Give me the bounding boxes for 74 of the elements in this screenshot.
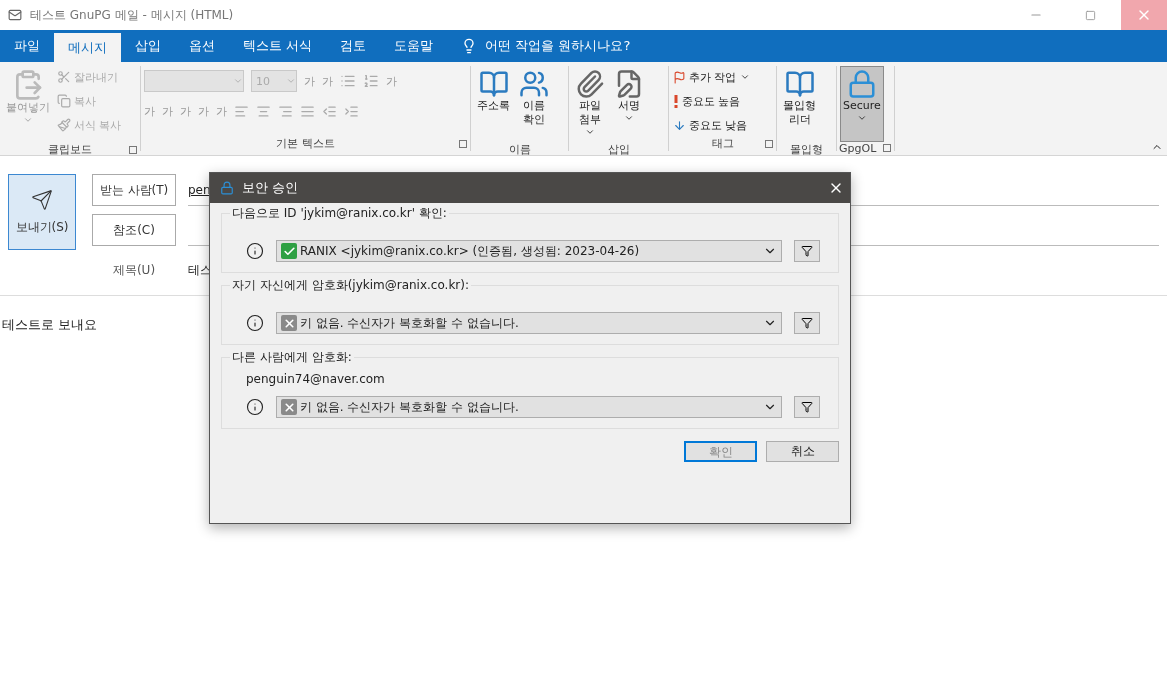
maximize-icon	[1084, 9, 1096, 21]
section-heading: 다음으로 ID 'jykim@ranix.co.kr' 확인:	[230, 205, 449, 222]
secure-button[interactable]: Secure	[840, 66, 884, 142]
group-label: 이름	[508, 142, 531, 157]
recipient-address: penguin74@naver.com	[246, 372, 386, 386]
dialog-button[interactable]: 취소	[766, 441, 839, 462]
dialog-button[interactable]: 확인	[684, 441, 757, 462]
dialog-launcher-icon[interactable]	[129, 146, 137, 154]
section-heading: 자기 자신에게 암호화(jykim@ranix.co.kr):	[230, 277, 471, 294]
address-book-button[interactable]: 주소록	[474, 66, 513, 142]
down-arrow-icon	[673, 118, 686, 132]
info-icon[interactable]	[246, 242, 264, 260]
copy-icon	[57, 94, 71, 108]
caret-icon	[624, 113, 634, 123]
book-icon	[478, 69, 509, 99]
group-label: GpgOL	[839, 142, 877, 155]
key-select[interactable]: RANIX <jykim@ranix.co.kr> (인증됨, 생성됨: 2023-04-26)	[276, 240, 782, 262]
paperclip-icon	[575, 69, 605, 99]
dialog-title: 보안 승인	[242, 179, 300, 197]
message-body: 테스트로 보내요	[2, 316, 98, 334]
dialog-launcher-icon[interactable]	[459, 140, 467, 148]
ribbon-tab[interactable]: 파일	[0, 30, 54, 62]
dialog-launcher-icon[interactable]	[765, 140, 773, 148]
lock-icon	[220, 181, 234, 195]
ribbon-tab[interactable]: 검토	[326, 30, 381, 62]
caret-icon	[739, 72, 750, 82]
dialog-launcher-icon[interactable]	[883, 144, 891, 152]
attach-file-button[interactable]: 파일 첨부	[572, 66, 608, 142]
subject-field[interactable]: 테스	[188, 261, 212, 279]
to-button[interactable]: 받는 사람(T)	[92, 174, 176, 206]
ribbon-tab[interactable]: 삽입	[121, 30, 175, 62]
filter-button[interactable]	[794, 396, 820, 418]
scissors-icon	[57, 70, 71, 84]
cc-button[interactable]: 참조(C)	[92, 214, 176, 246]
window-title: 테스트 GnuPG 메일 - 메시지 (HTML)	[30, 6, 235, 24]
paintbrush-icon	[57, 118, 71, 132]
immersive-reader-button[interactable]: 몰입형 리더	[780, 66, 819, 142]
signature-button[interactable]: 서명	[611, 66, 647, 142]
key-select[interactable]: 키 없음. 수신자가 복호화할 수 없습니다.	[276, 312, 782, 334]
tag-button[interactable]: 추가 작업	[672, 66, 751, 88]
flag-icon	[673, 70, 686, 84]
filter-icon	[801, 401, 813, 413]
subject-label: 제목(U)	[111, 261, 157, 279]
caret-icon	[585, 127, 595, 137]
caret-icon	[23, 115, 33, 125]
book-icon	[784, 69, 815, 99]
info-icon[interactable]	[246, 314, 264, 332]
filter-icon	[801, 245, 813, 257]
filter-button[interactable]	[794, 312, 820, 334]
key-select[interactable]: 키 없음. 수신자가 복호화할 수 없습니다.	[276, 396, 782, 418]
people-icon	[519, 69, 549, 99]
filter-icon	[801, 317, 813, 329]
ribbon-tab[interactable]: 텍스트 서식	[229, 30, 327, 62]
mail-icon	[8, 8, 22, 22]
ribbon-tab[interactable]: 도움말	[380, 30, 448, 62]
info-icon[interactable]	[246, 398, 264, 416]
tell-me-field[interactable]: 어떤 작업을 원하시나요?	[447, 30, 631, 62]
ribbon-tab[interactable]: 메시지	[54, 33, 121, 62]
close-button[interactable]	[1121, 0, 1167, 30]
ribbon-tab[interactable]: 옵션	[175, 30, 229, 62]
group-label: 태그	[711, 136, 734, 151]
exclamation-icon	[673, 94, 679, 108]
group-label: 삽입	[607, 142, 630, 157]
send-icon	[31, 188, 53, 211]
caret-icon	[856, 113, 867, 123]
send-button[interactable]: 보내기(S)	[8, 174, 76, 250]
section-heading: 다른 사람에게 암호화:	[230, 349, 354, 366]
filter-button[interactable]	[794, 240, 820, 262]
tag-button[interactable]: 중요도 높음	[672, 90, 751, 112]
check-names-button[interactable]: 이름 확인	[516, 66, 552, 142]
tag-button[interactable]: 중요도 낮음	[672, 114, 751, 136]
group-label: 기본 텍스트	[276, 135, 335, 151]
group-label: 몰입형	[790, 142, 823, 157]
group-label: 클립보드	[48, 142, 92, 157]
